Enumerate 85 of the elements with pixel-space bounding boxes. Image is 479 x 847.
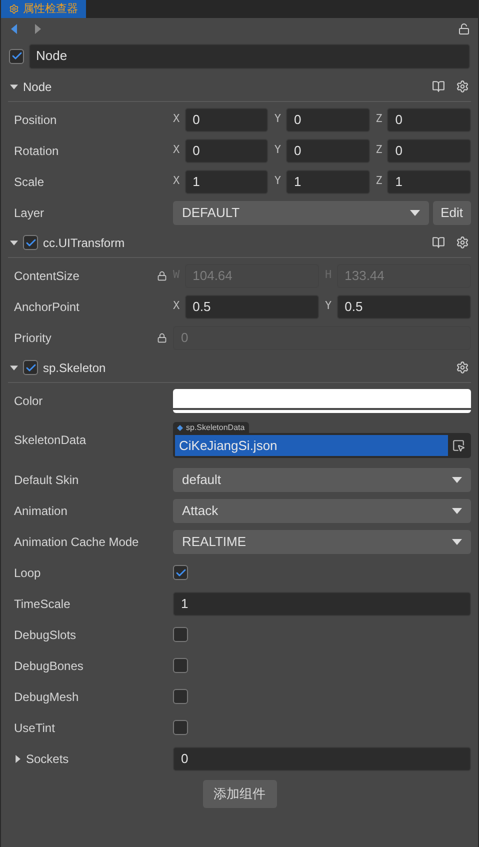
forward-icon[interactable] (33, 24, 43, 34)
settings-icon[interactable] (456, 361, 469, 374)
number-field[interactable]: 1 (173, 592, 471, 616)
asset-field[interactable]: CiKeJiangSi.json (173, 433, 471, 458)
number-field[interactable]: 1 (387, 170, 471, 194)
property-label: Loop (14, 564, 42, 582)
property-label: UseTint (14, 720, 56, 736)
number-field[interactable]: 0 (286, 108, 370, 132)
axis-label: Z (376, 173, 382, 190)
color-swatch[interactable] (173, 388, 471, 412)
number-field[interactable]: 0 (387, 138, 471, 162)
collapse-arrow-icon[interactable] (10, 82, 18, 90)
unlock-icon[interactable] (458, 23, 470, 35)
checkbox[interactable] (173, 658, 188, 673)
checkbox[interactable] (23, 360, 38, 375)
axis-label: Y (274, 173, 281, 190)
property-label: ContentSize (14, 268, 80, 284)
axis-label: X (173, 173, 180, 190)
number-field[interactable]: 0 (173, 746, 471, 770)
number-field[interactable]: 1 (286, 170, 370, 194)
property-label: TimeScale (14, 596, 72, 612)
dropdown[interactable]: default (173, 468, 471, 492)
property-label: DebugBones (14, 658, 84, 674)
book-icon[interactable] (432, 236, 445, 249)
lock-icon (157, 270, 167, 280)
checkbox[interactable] (23, 235, 38, 250)
add-component-button[interactable]: 添加组件 (202, 780, 276, 808)
collapse-arrow-icon[interactable] (10, 238, 18, 246)
checkbox[interactable] (173, 565, 188, 580)
axis-label: Y (274, 111, 281, 128)
book-icon[interactable] (432, 80, 445, 93)
dropdown-arrow-icon[interactable] (452, 474, 462, 484)
number-field[interactable]: 0.5 (336, 294, 471, 318)
settings-icon[interactable] (456, 80, 469, 93)
number-field[interactable]: 0.5 (184, 294, 319, 318)
axis-label: X (173, 298, 180, 314)
property-label: Priority (14, 330, 52, 346)
component-title: cc.UITransform (43, 234, 126, 252)
axis-label: Z (376, 142, 382, 158)
axis-label: Y (274, 142, 281, 158)
property-label: DebugMesh (14, 688, 80, 706)
property-label: DebugSlots (14, 626, 78, 644)
number-field[interactable]: 0 (286, 138, 370, 162)
diamond-icon (177, 424, 183, 430)
checkbox[interactable] (9, 48, 24, 64)
asset-type-tag: sp.SkeletonData (173, 422, 249, 433)
settings-icon[interactable] (456, 236, 469, 249)
number-field[interactable]: 0 (184, 138, 268, 162)
property-label: Layer (14, 204, 46, 222)
property-label: AnchorPoint (14, 298, 80, 316)
axis-label: Z (376, 111, 382, 128)
component-title: Node (23, 78, 53, 96)
number-field[interactable]: 1 (184, 170, 268, 194)
dropdown[interactable]: REALTIME (173, 530, 471, 554)
axis-label: X (173, 111, 180, 128)
property-label: Position (14, 112, 58, 128)
node-name-field[interactable]: Node (29, 44, 470, 68)
back-icon[interactable] (9, 24, 19, 34)
edit-button[interactable]: Edit (432, 200, 471, 224)
checkbox[interactable] (173, 720, 188, 735)
checkbox[interactable] (173, 689, 188, 704)
dropdown[interactable]: DEFAULT (173, 200, 429, 224)
dropdown-arrow-icon[interactable] (452, 536, 462, 546)
expand-arrow-icon[interactable] (14, 754, 22, 762)
gear-icon (9, 4, 19, 14)
dropdown-arrow-icon[interactable] (452, 506, 462, 516)
dropdown-arrow-icon[interactable] (410, 208, 420, 218)
property-label: Sockets (26, 750, 70, 768)
property-label: Color (14, 392, 44, 410)
property-label: Rotation (14, 142, 60, 160)
number-field[interactable]: 0 (184, 108, 268, 132)
collapse-arrow-icon[interactable] (10, 364, 18, 372)
component-title: sp.Skeleton (43, 360, 107, 376)
dropdown[interactable]: Attack (173, 498, 471, 522)
axis-label: Y (325, 298, 332, 314)
property-label: SkeletonData (14, 432, 88, 449)
lock-icon (157, 332, 167, 342)
axis-label: X (173, 142, 180, 158)
property-label: Scale (14, 174, 46, 190)
pick-icon[interactable] (452, 439, 465, 452)
number-field[interactable]: 0 (387, 108, 471, 132)
property-label: Animation (14, 502, 68, 520)
property-label: Default Skin (14, 472, 80, 488)
property-label: Animation Cache Mode (14, 534, 140, 550)
checkbox[interactable] (173, 627, 188, 642)
